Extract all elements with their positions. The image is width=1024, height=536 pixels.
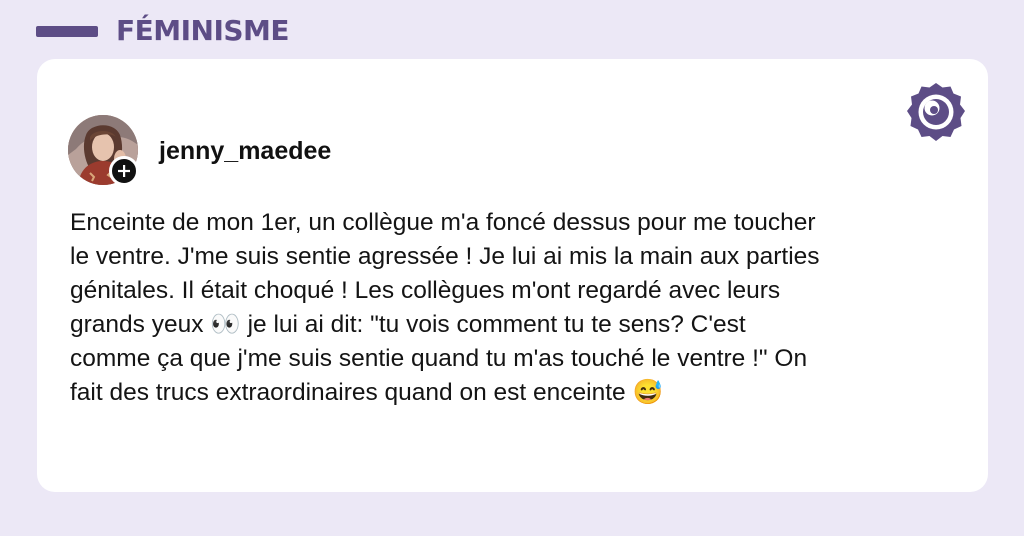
follow-button[interactable]	[109, 156, 139, 186]
category-title: FÉMINISME	[116, 14, 290, 47]
category-bar	[36, 26, 98, 37]
madmoizelle-logo-icon	[903, 80, 969, 146]
username[interactable]: jenny_maedee	[159, 136, 331, 166]
avatar-container[interactable]	[68, 115, 139, 186]
plus-icon	[118, 165, 130, 177]
post-card: jenny_maedee Enceinte de mon 1er, un col…	[37, 59, 988, 492]
post-text: Enceinte de mon 1er, un collègue m'a fon…	[70, 209, 820, 406]
